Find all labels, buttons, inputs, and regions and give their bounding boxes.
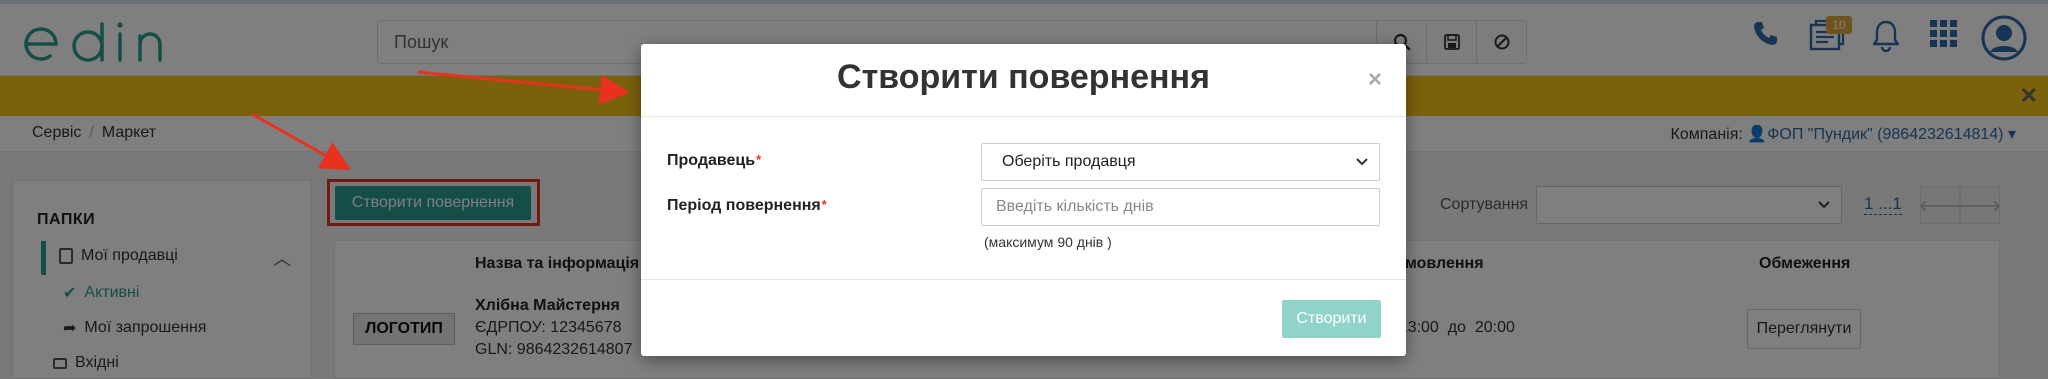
required-mark: * xyxy=(756,152,762,167)
modal-title: Створити повернення xyxy=(837,58,1210,96)
seller-field-label: Продавець* xyxy=(667,152,761,170)
required-mark: * xyxy=(821,197,827,212)
seller-select-value: Оберіть продавця xyxy=(1002,153,1136,170)
chevron-down-icon xyxy=(1356,158,1368,166)
seller-label-text: Продавець xyxy=(667,152,756,169)
period-help-text: (максимум 90 днів ) xyxy=(984,234,1112,250)
modal-header: Створити повернення × xyxy=(641,44,1406,117)
return-period-input[interactable] xyxy=(981,188,1380,226)
create-submit-button[interactable]: Створити xyxy=(1282,300,1381,338)
seller-select[interactable]: Оберіть продавця xyxy=(981,143,1380,181)
modal-footer: Створити xyxy=(641,279,1406,356)
period-field-label: Період повернення* xyxy=(667,197,827,215)
period-label-text: Період повернення xyxy=(667,197,821,214)
create-return-modal: Створити повернення × Продавець* Оберіть… xyxy=(641,44,1406,356)
close-icon[interactable]: × xyxy=(1368,66,1382,94)
